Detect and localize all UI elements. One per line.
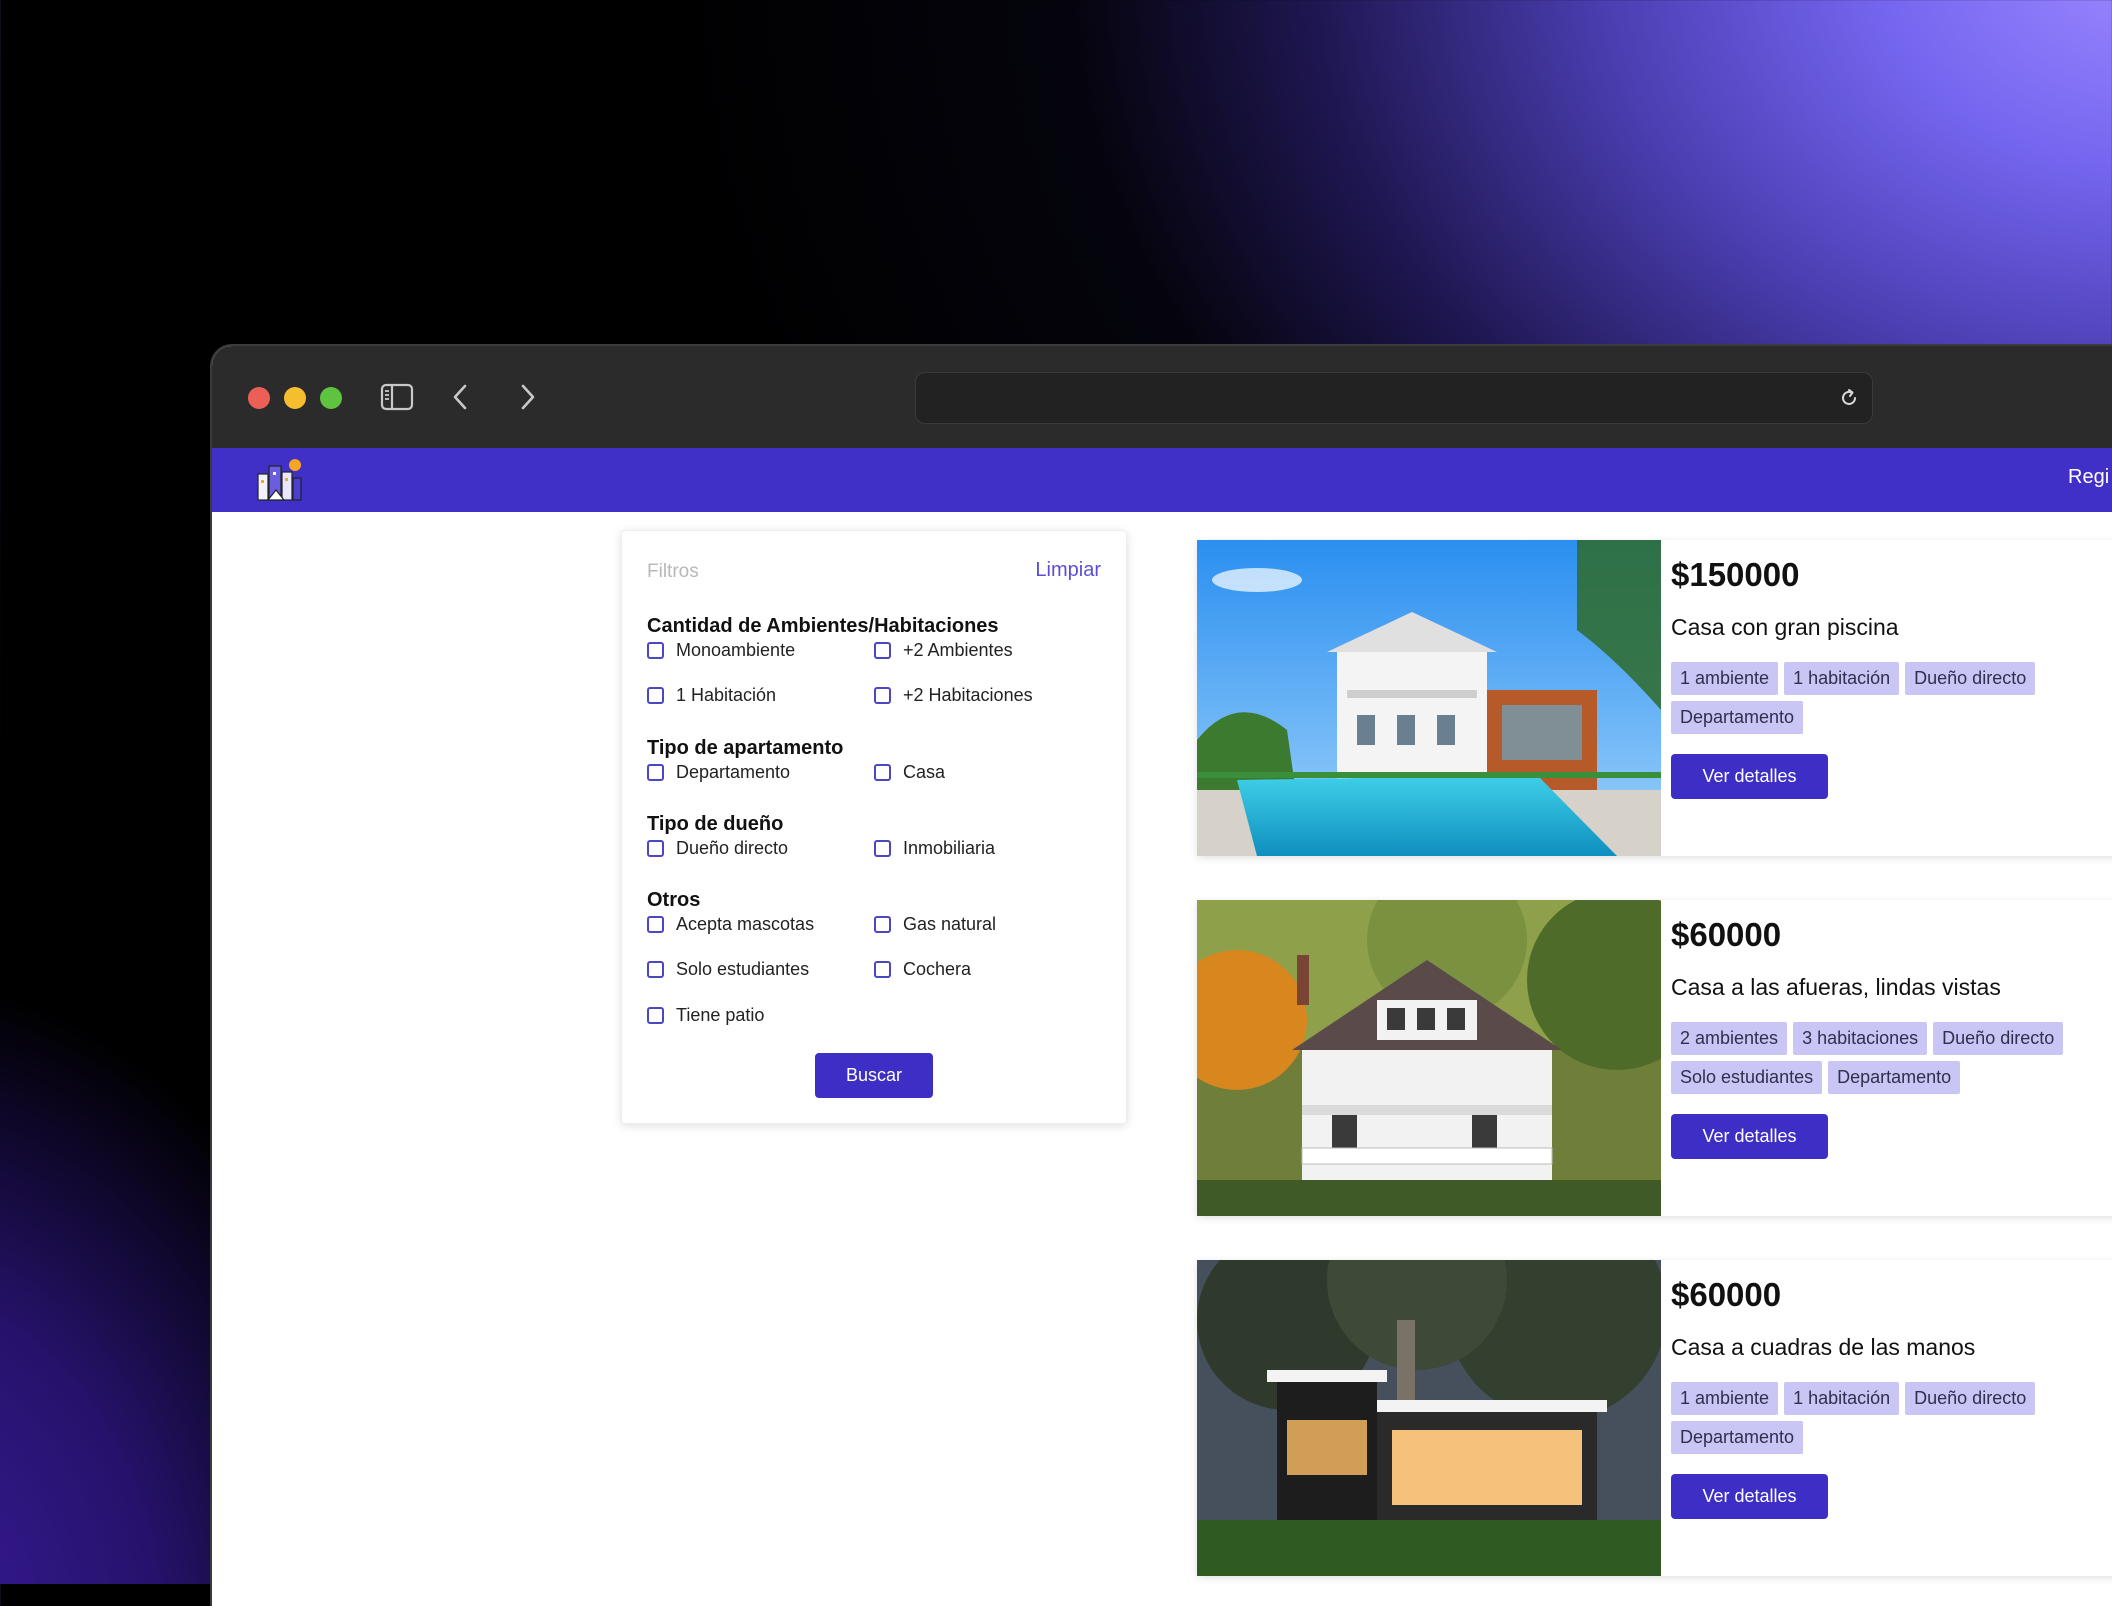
section-title: Tipo de dueño	[647, 813, 784, 835]
listing-tag: Departamento	[1828, 1061, 1961, 1094]
checkbox[interactable]	[647, 764, 664, 781]
checkbox[interactable]	[874, 687, 891, 704]
listing-tags: 1 ambiente 1 habitación Dueño directo De…	[1671, 662, 2091, 734]
checkbox[interactable]	[647, 961, 664, 978]
listing-tags: 1 ambiente 1 habitación Dueño directo De…	[1671, 1382, 2091, 1454]
listing-tag: 1 habitación	[1784, 662, 1900, 695]
listing-tag: Solo estudiantes	[1671, 1061, 1823, 1094]
clear-filters-link[interactable]: Limpiar	[1035, 559, 1101, 582]
checkbox[interactable]	[874, 961, 891, 978]
listing-tag: Departamento	[1671, 701, 1804, 734]
listing-title: Casa a cuadras de las manos	[1671, 1334, 1976, 1360]
sidebar-toggle-icon[interactable]	[380, 382, 414, 412]
listing-title: Casa con gran piscina	[1671, 614, 1899, 640]
listing-price: $60000	[1671, 916, 1782, 953]
checkbox[interactable]	[647, 687, 664, 704]
section-title: Otros	[647, 889, 701, 911]
listing-tag: 2 ambientes	[1671, 1022, 1788, 1055]
listing-image[interactable]	[1197, 540, 1661, 856]
filter-option[interactable]: +2 Ambientes	[874, 640, 1013, 661]
listing-body: $150000 Casa con gran piscina 1 ambiente…	[1671, 540, 2112, 856]
filters-title: Filtros	[647, 561, 699, 582]
checkbox[interactable]	[874, 642, 891, 659]
listing-price: $60000	[1671, 1276, 1782, 1313]
reload-icon[interactable]	[1838, 387, 1860, 409]
listing-tag: Dueño directo	[1905, 1382, 2036, 1415]
listing-price: $150000	[1671, 556, 1800, 593]
filter-option[interactable]: Departamento	[647, 762, 790, 783]
section-title: Tipo de apartamento	[647, 737, 844, 759]
listing-body: $60000 Casa a las afueras, lindas vistas…	[1671, 900, 2112, 1216]
address-bar[interactable]	[915, 372, 1873, 424]
listing-card: $150000 Casa con gran piscina 1 ambiente…	[1197, 540, 2112, 856]
minimize-window-button[interactable]	[284, 387, 306, 409]
browser-titlebar	[212, 346, 2112, 449]
listing-title: Casa a las afueras, lindas vistas	[1671, 974, 2001, 1000]
checkbox[interactable]	[874, 840, 891, 857]
filter-option[interactable]: Monoambiente	[647, 640, 795, 661]
checkbox[interactable]	[647, 840, 664, 857]
listing-image[interactable]	[1197, 1260, 1661, 1576]
search-button[interactable]: Buscar	[815, 1053, 933, 1098]
checkbox[interactable]	[874, 916, 891, 933]
maximize-window-button[interactable]	[320, 387, 342, 409]
checkbox[interactable]	[647, 916, 664, 933]
listing-tag: Dueño directo	[1933, 1022, 2064, 1055]
filter-option[interactable]: 1 Habitación	[647, 685, 776, 706]
checkbox[interactable]	[647, 642, 664, 659]
checkbox[interactable]	[647, 1007, 664, 1024]
listing-tag: 1 ambiente	[1671, 662, 1779, 695]
filter-option[interactable]: Cochera	[874, 959, 971, 980]
filter-option[interactable]: Solo estudiantes	[647, 959, 809, 980]
listing-tag: Dueño directo	[1905, 662, 2036, 695]
filter-option[interactable]: Acepta mascotas	[647, 914, 814, 935]
forward-arrow-icon[interactable]	[512, 382, 542, 412]
listing-image[interactable]	[1197, 900, 1661, 1216]
filter-option[interactable]: Inmobiliaria	[874, 838, 995, 859]
listing-card: $60000 Casa a las afueras, lindas vistas…	[1197, 900, 2112, 1216]
app-navbar: Regi	[212, 448, 2112, 512]
filter-option[interactable]: Casa	[874, 762, 945, 783]
listing-tag: 3 habitaciones	[1793, 1022, 1928, 1055]
listing-tag: 1 habitación	[1784, 1382, 1900, 1415]
filter-option[interactable]: Gas natural	[874, 914, 996, 935]
register-link[interactable]: Regi	[2068, 466, 2109, 489]
filter-option[interactable]: +2 Habitaciones	[874, 685, 1033, 706]
close-window-button[interactable]	[248, 387, 270, 409]
listing-body: $60000 Casa a cuadras de las manos 1 amb…	[1671, 1260, 2112, 1576]
section-title: Cantidad de Ambientes/Habitaciones	[647, 615, 999, 637]
checkbox[interactable]	[874, 764, 891, 781]
filters-panel: Filtros Limpiar Cantidad de Ambientes/Ha…	[621, 530, 1127, 1124]
listing-card: $60000 Casa a cuadras de las manos 1 amb…	[1197, 1260, 2112, 1576]
browser-window: Regi Filtros Limpiar Cantidad de Ambient…	[212, 346, 2112, 1606]
app-logo[interactable]	[254, 456, 304, 504]
view-details-button[interactable]: Ver detalles	[1671, 1474, 1828, 1519]
view-details-button[interactable]: Ver detalles	[1671, 1114, 1828, 1159]
listing-tag: 1 ambiente	[1671, 1382, 1779, 1415]
filter-option[interactable]: Tiene patio	[647, 1005, 764, 1026]
filter-option[interactable]: Dueño directo	[647, 838, 788, 859]
listing-tags: 2 ambientes 3 habitaciones Dueño directo…	[1671, 1022, 2091, 1094]
listing-tag: Departamento	[1671, 1421, 1804, 1454]
back-arrow-icon[interactable]	[446, 382, 476, 412]
view-details-button[interactable]: Ver detalles	[1671, 754, 1828, 799]
